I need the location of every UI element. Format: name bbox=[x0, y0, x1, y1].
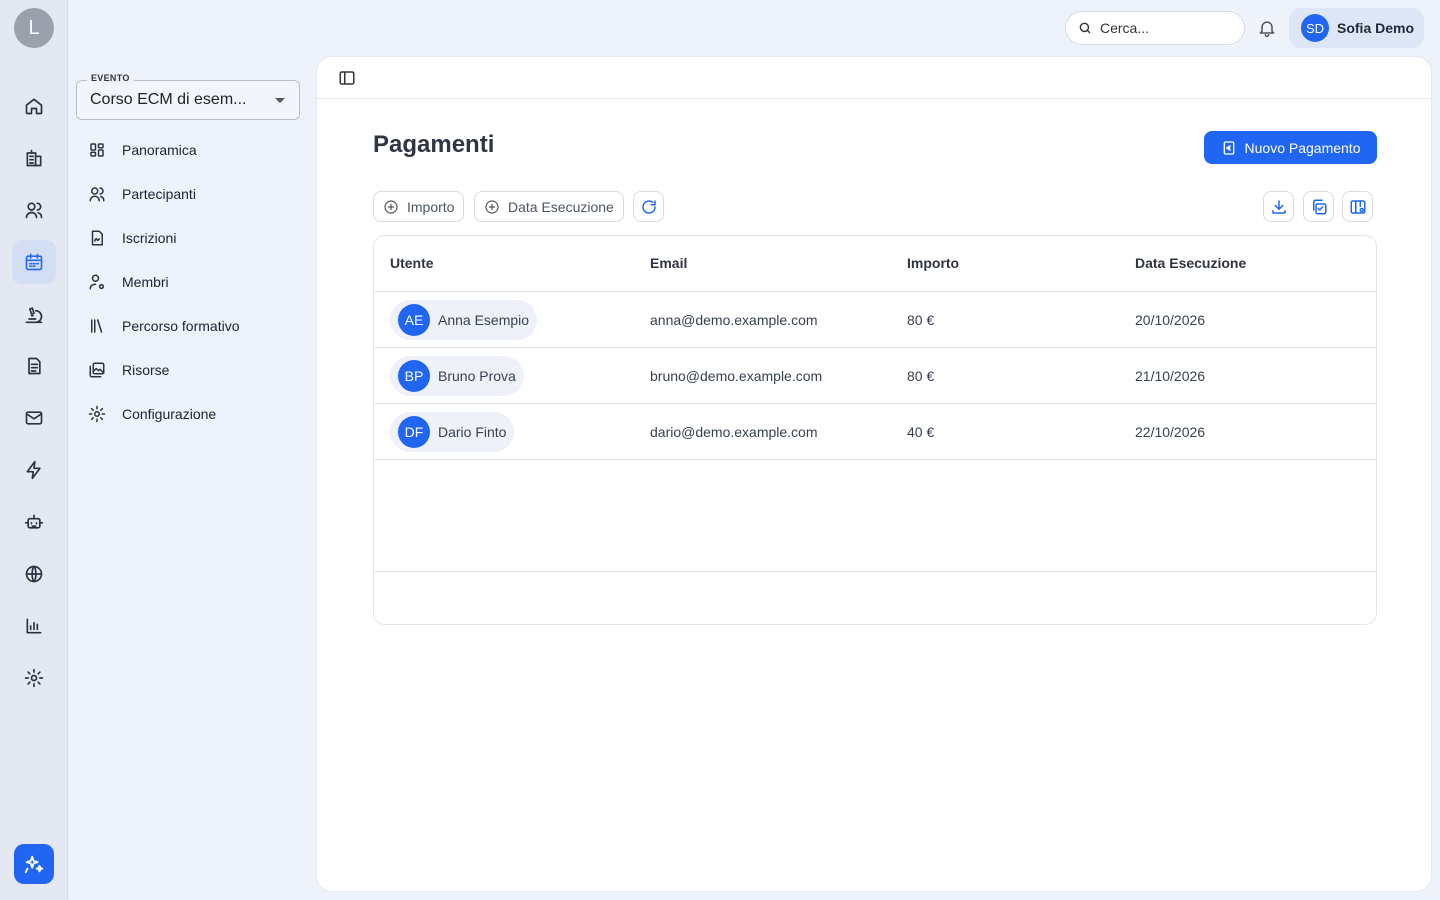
sidebar-item-partecipanti[interactable]: Partecipanti bbox=[88, 180, 196, 208]
plus-circle-icon bbox=[485, 199, 499, 214]
microscope-icon[interactable] bbox=[12, 292, 56, 336]
panel-toolbar bbox=[317, 57, 1431, 99]
amount-cell: 40 € bbox=[907, 424, 935, 440]
date-cell: 21/10/2026 bbox=[1135, 368, 1206, 384]
refresh-button[interactable] bbox=[633, 191, 664, 222]
sidebar-item-label: Iscrizioni bbox=[122, 230, 177, 246]
grid-icon bbox=[90, 143, 104, 157]
sidebar-item-percorso-formativo[interactable]: Percorso formativo bbox=[88, 312, 239, 340]
lightning-icon[interactable] bbox=[12, 448, 56, 492]
library-icon bbox=[91, 319, 103, 333]
gear-icon bbox=[88, 405, 106, 423]
filter-label: Data Esecuzione bbox=[508, 198, 614, 215]
sidebar-item-label: Configurazione bbox=[122, 406, 217, 422]
user-chip[interactable]: BP Bruno Prova bbox=[390, 356, 524, 396]
column-header-utente[interactable]: Utente bbox=[390, 255, 434, 271]
user-chip[interactable]: DF Dario Finto bbox=[390, 412, 515, 452]
table-header: Utente Email Importo Data Esecuzione bbox=[374, 236, 1376, 292]
columns-settings-button[interactable] bbox=[1342, 191, 1373, 222]
gear-icon[interactable] bbox=[12, 656, 56, 700]
download-button[interactable] bbox=[1263, 191, 1294, 222]
user-name: Bruno Prova bbox=[438, 368, 516, 384]
download-icon bbox=[1271, 199, 1286, 214]
calendar-icon[interactable] bbox=[12, 240, 56, 284]
globe-icon[interactable] bbox=[12, 552, 56, 596]
bar-chart-icon[interactable] bbox=[12, 604, 56, 648]
sidebar-item-label: Panoramica bbox=[122, 142, 197, 158]
column-header-data-esecuzione[interactable]: Data Esecuzione bbox=[1135, 255, 1246, 271]
column-header-email[interactable]: Email bbox=[650, 255, 687, 271]
euro-receipt-icon bbox=[1223, 140, 1234, 155]
select-rows-button[interactable] bbox=[1303, 191, 1334, 222]
bell-icon[interactable] bbox=[1257, 18, 1277, 38]
user-name: Dario Finto bbox=[438, 424, 507, 440]
avatar: SD bbox=[1301, 14, 1329, 42]
user-name: Sofia Demo bbox=[1337, 20, 1415, 36]
mail-icon[interactable] bbox=[12, 396, 56, 440]
user-settings-icon bbox=[89, 274, 105, 290]
building-icon[interactable] bbox=[12, 136, 56, 180]
event-select[interactable]: EVENTO Corso ECM di esem... bbox=[76, 73, 300, 120]
org-avatar[interactable]: L bbox=[14, 8, 54, 48]
users-icon bbox=[89, 187, 105, 202]
columns-settings-icon bbox=[1350, 199, 1365, 214]
signature-icon bbox=[91, 230, 103, 246]
search-icon bbox=[1079, 22, 1091, 34]
icon-rail: L bbox=[0, 0, 68, 900]
table-row[interactable]: DF Dario Finto dario@demo.example.com 40… bbox=[374, 404, 1376, 460]
sidebar-item-label: Risorse bbox=[122, 362, 170, 378]
search-input[interactable] bbox=[1100, 20, 1230, 36]
sidebar-toggle-icon[interactable] bbox=[338, 69, 356, 87]
sidebar-item-panoramica[interactable]: Panoramica bbox=[88, 136, 197, 164]
refresh-icon bbox=[641, 199, 656, 214]
avatar: DF bbox=[398, 416, 430, 448]
event-select-label: EVENTO bbox=[87, 73, 134, 83]
user-menu[interactable]: SD Sofia Demo bbox=[1289, 8, 1424, 48]
amount-cell: 80 € bbox=[907, 368, 935, 384]
filter-importo[interactable]: Importo bbox=[373, 191, 465, 222]
user-name: Anna Esempio bbox=[438, 312, 530, 328]
new-payment-button[interactable]: Nuovo Pagamento bbox=[1204, 131, 1377, 164]
user-chip[interactable]: AE Anna Esempio bbox=[390, 300, 538, 340]
event-select-value: Corso ECM di esem... bbox=[90, 91, 247, 108]
filter-data-esecuzione[interactable]: Data Esecuzione bbox=[474, 191, 624, 222]
email-cell: anna@demo.example.com bbox=[650, 312, 818, 328]
sidebar-item-iscrizioni[interactable]: Iscrizioni bbox=[88, 224, 176, 252]
robot-icon[interactable] bbox=[12, 500, 56, 544]
date-cell: 20/10/2026 bbox=[1135, 312, 1206, 328]
sidebar-item-label: Membri bbox=[122, 274, 169, 290]
table-footer-divider bbox=[374, 571, 1376, 572]
payments-table: Utente Email Importo Data Esecuzione AE … bbox=[373, 235, 1377, 625]
date-cell: 22/10/2026 bbox=[1135, 424, 1206, 440]
main-panel: Pagamenti Nuovo Pagamento Importo Data E… bbox=[316, 56, 1432, 892]
column-header-importo[interactable]: Importo bbox=[907, 255, 959, 271]
new-payment-label: Nuovo Pagamento bbox=[1244, 139, 1361, 156]
avatar: BP bbox=[398, 360, 430, 392]
sidebar-item-label: Partecipanti bbox=[122, 186, 196, 202]
filter-label: Importo bbox=[407, 198, 455, 215]
users-icon[interactable] bbox=[12, 188, 56, 232]
document-icon[interactable] bbox=[12, 344, 56, 388]
page-title: Pagamenti bbox=[373, 131, 495, 158]
caret-down-icon bbox=[275, 98, 285, 103]
images-icon bbox=[89, 362, 105, 378]
search-box[interactable] bbox=[1065, 11, 1245, 45]
sidebar-item-label: Percorso formativo bbox=[122, 318, 240, 334]
amount-cell: 80 € bbox=[907, 312, 935, 328]
table-row[interactable]: BP Bruno Prova bruno@demo.example.com 80… bbox=[374, 348, 1376, 404]
sidebar-item-membri[interactable]: Membri bbox=[88, 268, 169, 296]
copy-check-icon bbox=[1312, 199, 1326, 214]
sidebar-item-configurazione[interactable]: Configurazione bbox=[88, 400, 216, 428]
plus-circle-icon bbox=[384, 199, 398, 214]
home-icon[interactable] bbox=[12, 84, 56, 128]
email-cell: bruno@demo.example.com bbox=[650, 368, 823, 384]
sparkles-icon[interactable] bbox=[14, 844, 54, 884]
sidebar-item-risorse[interactable]: Risorse bbox=[88, 356, 169, 384]
avatar: AE bbox=[398, 304, 430, 336]
table-row[interactable]: AE Anna Esempio anna@demo.example.com 80… bbox=[374, 292, 1376, 348]
email-cell: dario@demo.example.com bbox=[650, 424, 818, 440]
